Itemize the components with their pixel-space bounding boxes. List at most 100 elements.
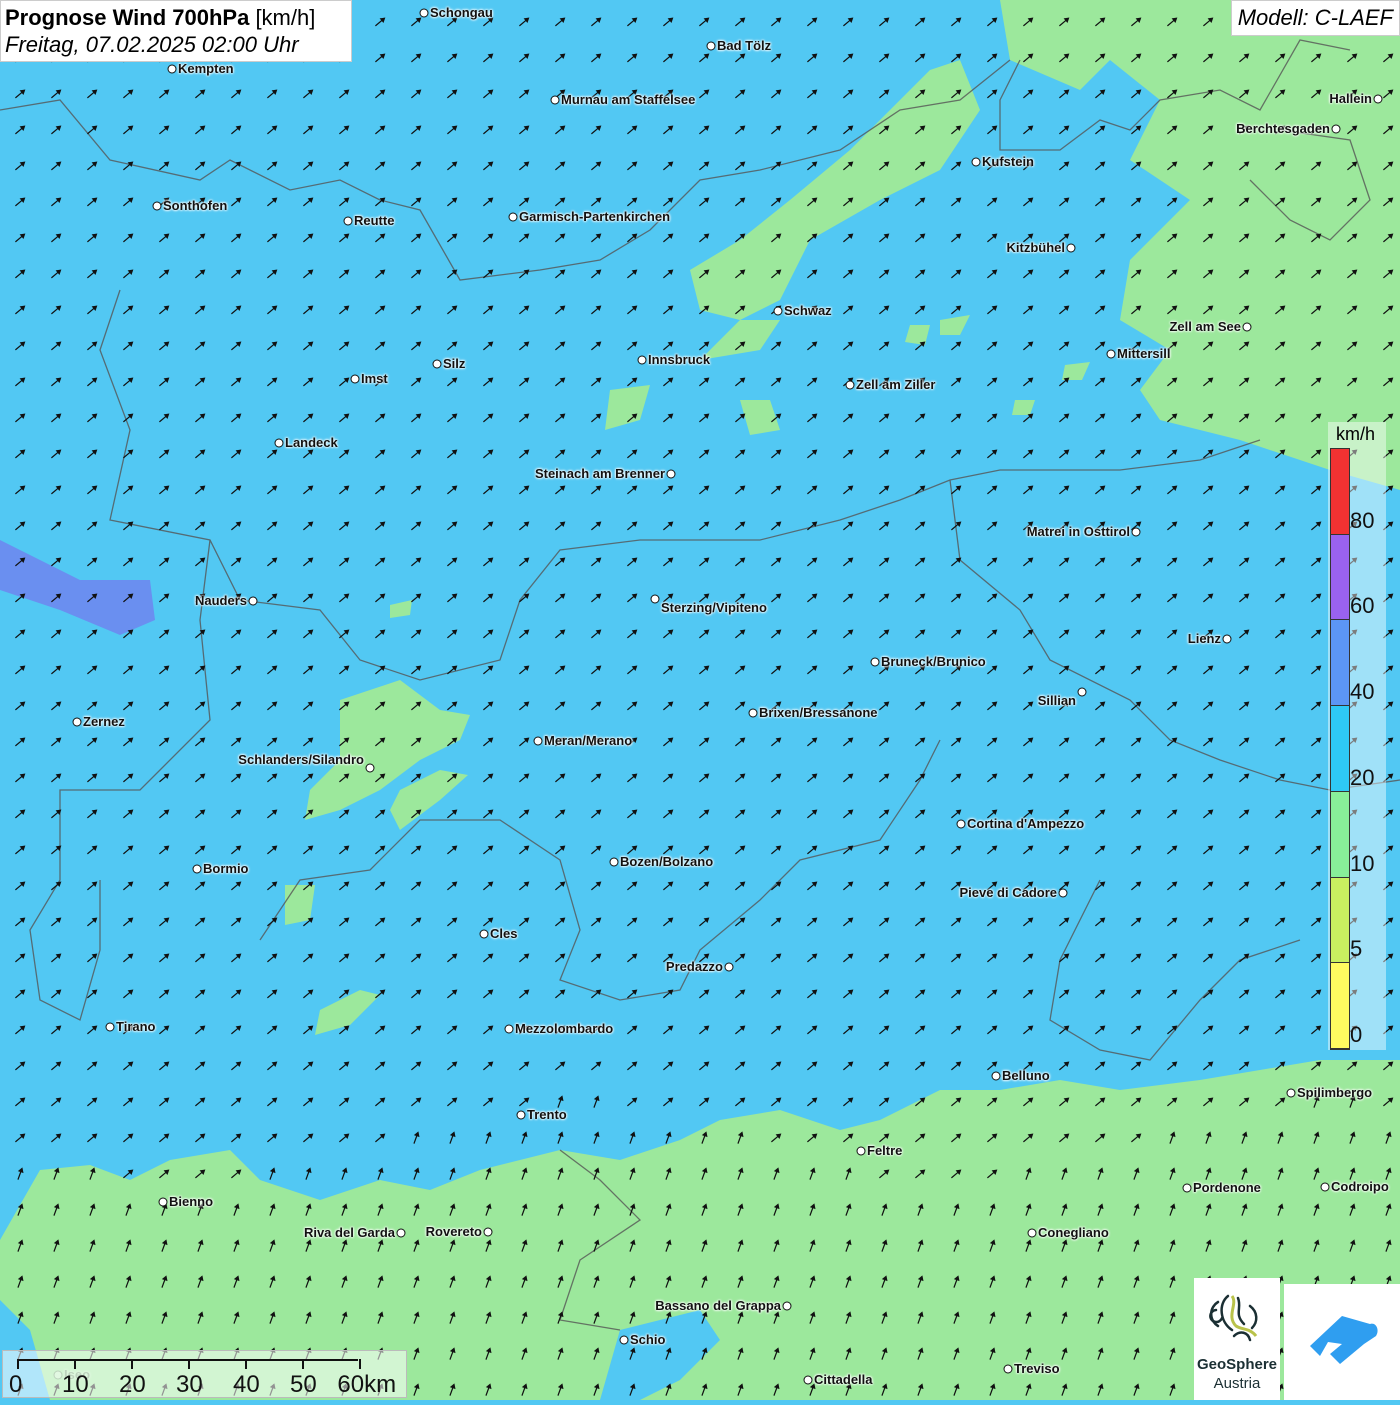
city-marker [637,355,647,365]
city-marker [343,216,353,226]
forecast-time: Freitag, 07.02.2025 02:00 Uhr [5,32,299,57]
legend-unit: km/h [1336,424,1376,444]
city-marker [516,1110,526,1120]
city-label: Silz [443,356,466,371]
legend-label: 5 [1350,936,1363,962]
title-unit: [km/h] [255,5,316,30]
city-marker [803,1375,813,1385]
city-marker [550,95,560,105]
scale-label: 50 [289,1371,317,1398]
legend-colorbar [1330,448,1350,1050]
title-box: Prognose Wind 700hPa [km/h] Freitag, 07.… [0,0,352,62]
city-marker [533,736,543,746]
city-marker [479,929,489,939]
city-label: Mittersill [1117,346,1171,361]
city-label: Tirano [116,1019,156,1034]
city-marker [158,1197,168,1207]
city-label: Mezzolombardo [515,1021,614,1036]
city-label: Brixen/Bressanone [759,705,878,720]
city-marker [1066,243,1076,253]
city-label: Schlanders/Silandro [238,752,364,767]
city-label: Imst [361,371,388,386]
city-marker [870,657,880,667]
city-marker [1027,1228,1037,1238]
city-marker [508,212,518,222]
city-label: Zell am Ziller [856,377,936,392]
mountain-cloud-logo-icon [1310,1316,1378,1364]
page-title: Prognose Wind 700hPa [5,5,250,30]
city-marker [748,708,758,718]
city-label: Treviso [1014,1361,1060,1376]
city-label: Trento [527,1107,567,1122]
city-label: Bormio [203,861,249,876]
city-label: Conegliano [1038,1225,1109,1240]
city-label: Rovereto [425,1224,482,1239]
city-label: Spilimbergo [1297,1085,1373,1100]
city-marker [105,1022,115,1032]
city-marker [1077,687,1087,697]
city-label: Innsbruck [648,352,711,367]
scale-tick [17,1359,19,1369]
city-label: Meran/Merano [544,733,633,748]
city-marker [192,864,202,874]
city-label: Cortina d'Ampezzo [967,816,1085,831]
legend-swatch [1331,791,1349,878]
city-marker [650,594,660,604]
city-marker [1131,527,1141,537]
city-marker [504,1024,514,1034]
geosphere-logo[interactable]: GeoSphere Austria [1194,1278,1280,1400]
city-label: Hallein [1329,91,1372,106]
legend-label: 40 [1350,679,1375,705]
city-label: Garmisch-Partenkirchen [519,209,671,224]
city-marker [1003,1364,1013,1374]
city-label: Reutte [354,213,395,228]
legend-swatch [1331,534,1349,621]
city-label: Bienno [169,1194,214,1209]
city-marker [856,1146,866,1156]
geosphere-name: GeoSphere [1196,1356,1278,1373]
city-marker [782,1301,792,1311]
city-label: Schwaz [784,303,832,318]
model-label: Modell: C-LAEF [1230,0,1400,36]
scale-tick [131,1359,133,1369]
city-marker [350,374,360,384]
legend-swatch [1331,449,1349,535]
city-marker [1286,1088,1296,1098]
city-label: Belluno [1002,1068,1050,1083]
city-marker [152,201,162,211]
partner-logo[interactable] [1284,1284,1400,1400]
city-label: Kufstein [982,154,1034,169]
city-label: Predazzo [665,959,723,974]
city-marker [1058,888,1068,898]
city-marker [773,306,783,316]
city-marker [396,1228,406,1238]
scale-tick [359,1359,361,1369]
scale-label: 20 [118,1371,146,1398]
city-label: Sterzing/Vipiteno [661,600,767,615]
scale-tick [245,1359,247,1369]
city-marker [991,1071,1001,1081]
city-label: Schongau [430,5,493,20]
geosphere-logo-icon [1209,1294,1258,1342]
city-label: Sillian [1037,693,1076,708]
city-label: Steinach am Brenner [534,466,665,481]
city-marker [609,857,619,867]
scale-bar: 0 10 20 30 40 50 60km [2,1350,407,1398]
city-marker [706,41,716,51]
city-label: Bassano del Grappa [655,1298,781,1313]
city-marker [274,438,284,448]
city-label: Lienz [1187,631,1221,646]
legend-label: 60 [1350,593,1375,619]
city-label: Sonthofen [163,198,228,213]
city-marker [432,359,442,369]
city-marker [1373,94,1383,104]
city-label: Cles [490,926,518,941]
city-marker [1106,349,1116,359]
legend-swatch [1331,620,1349,707]
city-marker [1331,124,1341,134]
legend-label: 0 [1350,1022,1363,1047]
city-marker [956,819,966,829]
city-marker [1242,322,1252,332]
scale-label: 60km [337,1371,397,1398]
legend-swatch [1331,706,1349,792]
